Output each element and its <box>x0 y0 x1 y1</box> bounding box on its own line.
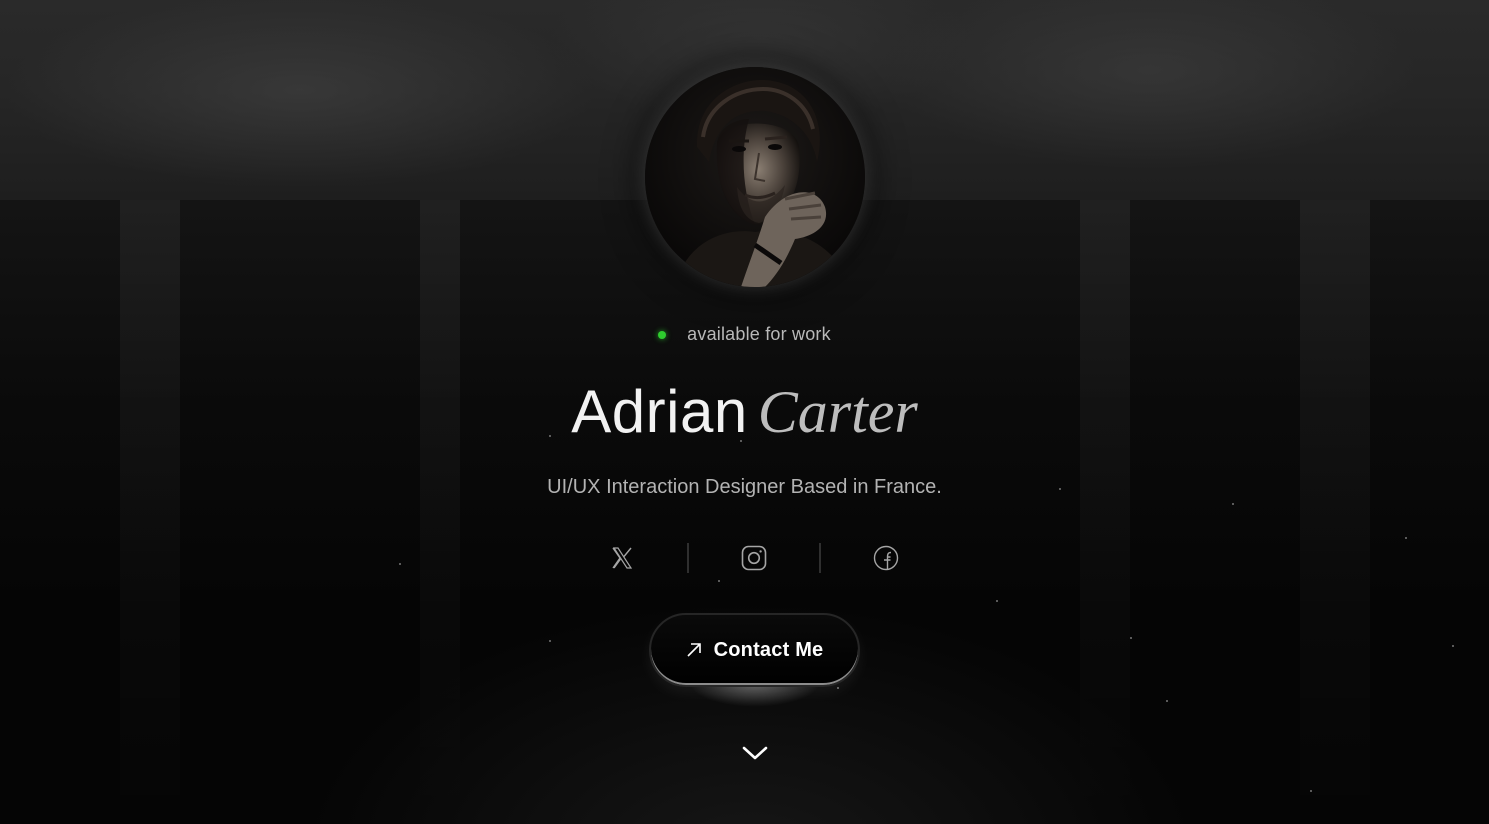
background-star <box>1232 503 1234 505</box>
social-link-x[interactable] <box>589 536 655 580</box>
social-links <box>589 536 919 580</box>
x-icon <box>612 547 633 569</box>
background-star <box>1166 700 1168 702</box>
background-star <box>718 580 720 582</box>
status-text: available for work <box>687 324 831 344</box>
instagram-icon <box>741 545 767 571</box>
hero-name: Adrian Carter <box>0 376 1489 464</box>
background-star <box>1452 645 1454 647</box>
scroll-down-button[interactable] <box>740 740 770 766</box>
background-star <box>549 640 551 642</box>
availability-status: available for work <box>0 324 1489 345</box>
background-light-beam <box>1300 200 1370 820</box>
background-star <box>1405 537 1407 539</box>
profile-avatar <box>645 67 865 287</box>
status-dot-icon <box>658 330 667 339</box>
background-star <box>399 563 401 565</box>
social-divider <box>687 543 689 573</box>
social-divider <box>819 543 821 573</box>
social-link-facebook[interactable] <box>853 536 919 580</box>
contact-me-button[interactable]: Contact Me <box>649 613 860 687</box>
chevron-down-icon <box>742 746 768 760</box>
background-star <box>996 600 998 602</box>
hero-tagline: UI/UX Interaction Designer Based in Fran… <box>547 476 942 498</box>
portrait-photo-icon <box>645 67 865 287</box>
arrow-up-right-icon <box>686 642 702 658</box>
last-name: Carter <box>757 379 918 445</box>
social-link-instagram[interactable] <box>721 536 787 580</box>
contact-cta-wrapper: Contact Me <box>649 613 860 707</box>
background-star <box>1310 790 1312 792</box>
background-star <box>837 687 839 689</box>
background-star <box>1130 637 1132 639</box>
facebook-icon <box>873 545 899 571</box>
background-light-beam <box>120 200 180 820</box>
first-name: Adrian <box>571 378 748 445</box>
hero-section: available for work Adrian Carter UI/UX In… <box>0 0 1489 824</box>
contact-me-label: Contact Me <box>713 638 824 661</box>
